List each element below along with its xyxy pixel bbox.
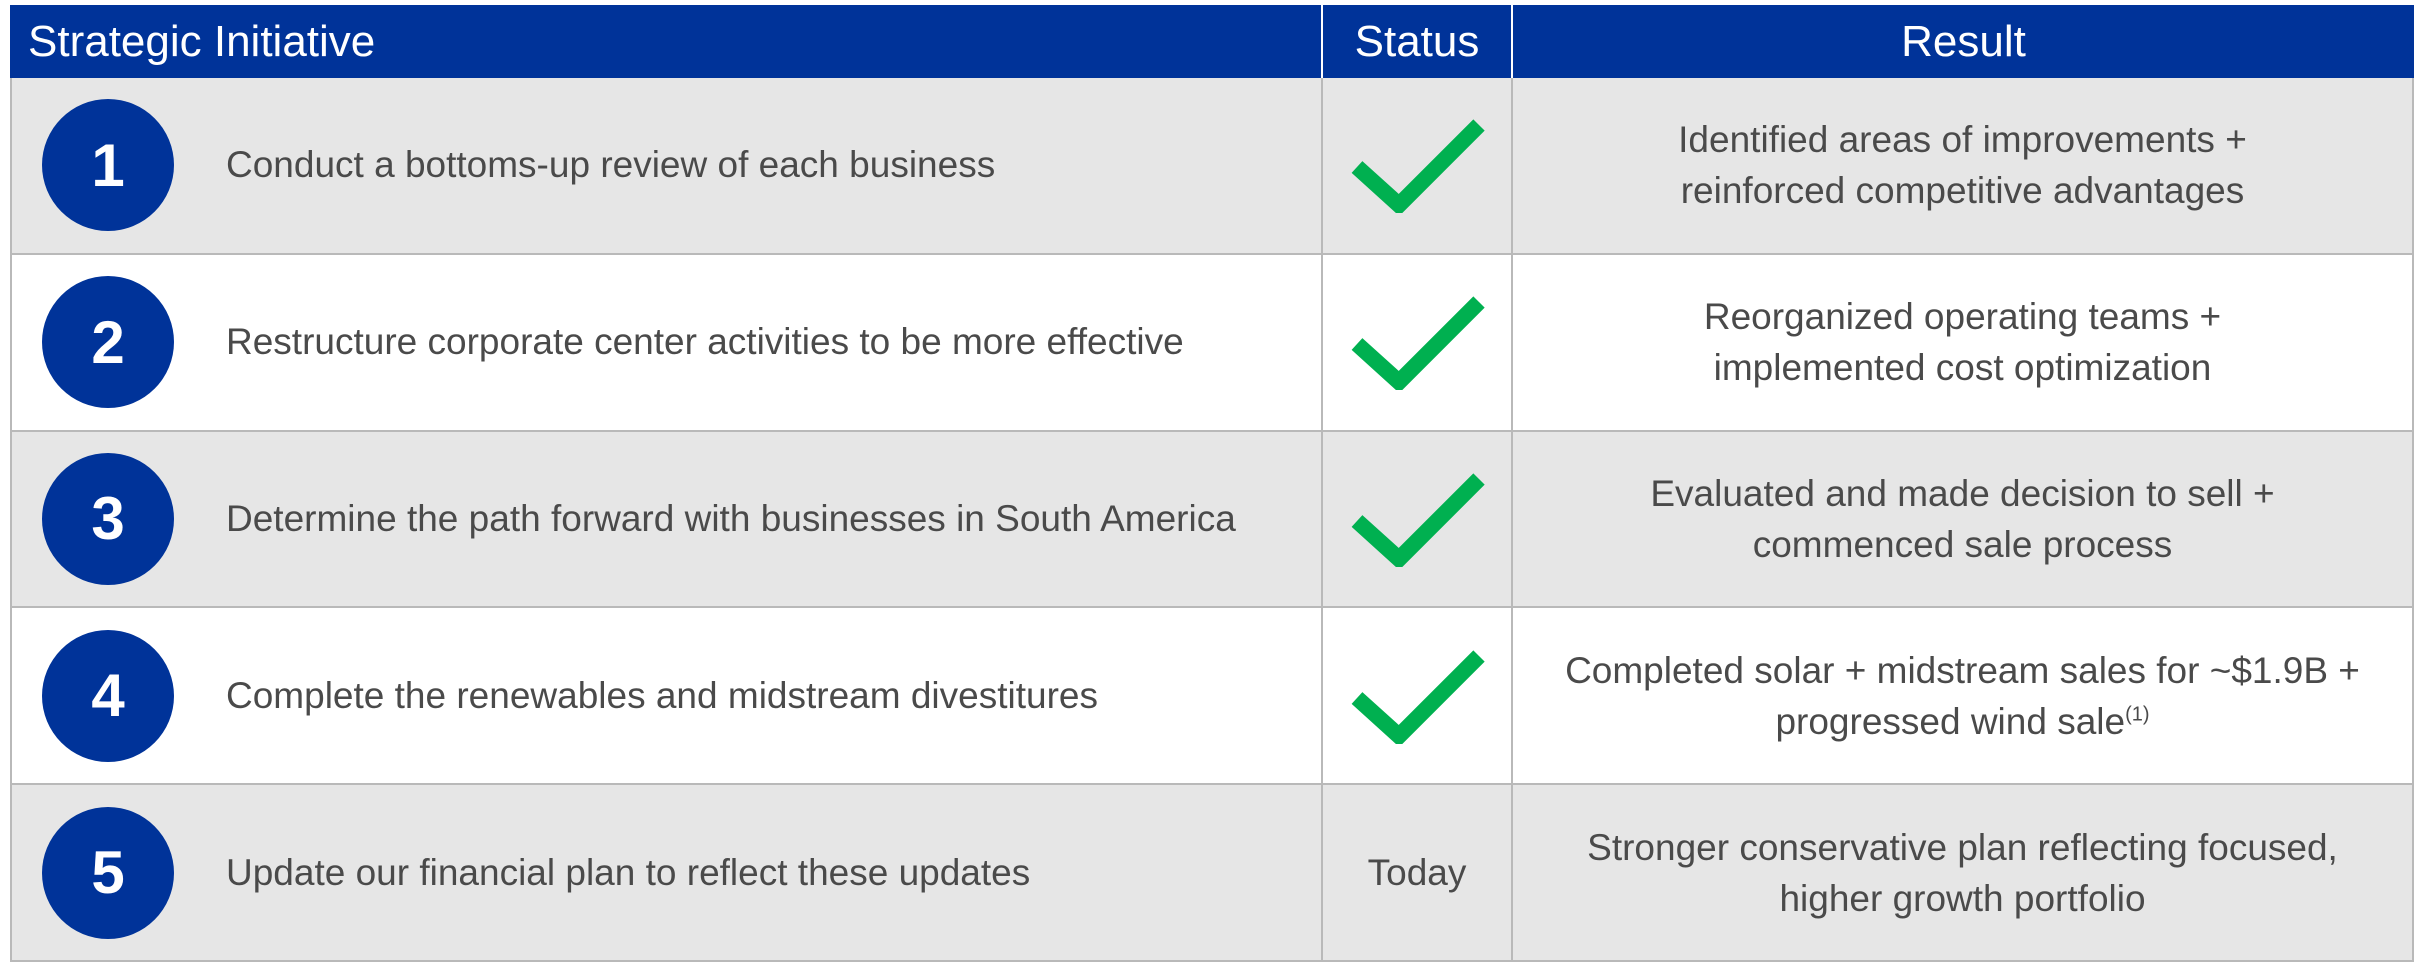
status-cell-4: [1323, 608, 1513, 786]
status-cell-2: [1323, 254, 1513, 432]
result-cell-5: Stronger conservative plan reflecting fo…: [1513, 785, 2414, 962]
result-line: Stronger conservative plan reflecting fo…: [1587, 826, 2338, 868]
header-result: Result: [1513, 5, 2414, 78]
result-line: Completed solar + midstream sales for ~$…: [1565, 649, 2360, 691]
result-cell-1: Identified areas of improvements + reinf…: [1513, 78, 2414, 255]
result-line: Evaluated and made decision to sell +: [1650, 472, 2275, 514]
initiative-cell-5: 5 Update our financial plan to reflect t…: [10, 785, 1323, 962]
initiative-number-badge: 5: [42, 806, 174, 939]
result-line: Reorganized operating teams +: [1703, 296, 2222, 338]
strategic-initiatives-table: Strategic Initiative Status Result 1 Con…: [10, 5, 2414, 962]
result-line: implemented cost optimization: [1713, 347, 2212, 389]
result-cell-3: Evaluated and made decision to sell + co…: [1513, 431, 2414, 609]
result-line: Identified areas of improvements +: [1678, 119, 2247, 161]
status-text: Today: [1367, 851, 1467, 893]
initiative-number-badge: 2: [42, 276, 174, 409]
status-cell-3: [1323, 431, 1513, 609]
initiative-cell-4: 4 Complete the renewables and midstream …: [10, 608, 1323, 786]
result-text: Evaluated and made decision to sell + co…: [1650, 468, 2274, 570]
initiative-number-badge: 4: [42, 629, 174, 762]
initiative-text: Determine the path forward with business…: [226, 497, 1236, 539]
checkmark-icon: [1351, 119, 1485, 214]
status-cell-1: [1323, 78, 1513, 255]
result-line: commenced sale process: [1752, 523, 2173, 565]
initiative-text: Complete the renewables and midstream di…: [226, 674, 1098, 716]
result-text: Identified areas of improvements + reinf…: [1678, 114, 2247, 216]
checkmark-icon: [1351, 473, 1485, 567]
result-line: reinforced competitive advantages: [1680, 170, 2245, 212]
result-cell-4: Completed solar + midstream sales for ~$…: [1513, 608, 2414, 786]
initiative-text: Update our financial plan to reflect the…: [226, 851, 1031, 893]
checkmark-icon: [1351, 296, 1485, 391]
initiative-text: Restructure corporate center activities …: [226, 321, 1184, 363]
header-status: Status: [1323, 5, 1513, 78]
initiative-number-badge: 1: [42, 99, 174, 232]
initiative-text: Conduct a bottoms-up review of each busi…: [226, 144, 996, 186]
initiative-cell-1: 1 Conduct a bottoms-up review of each bu…: [10, 78, 1323, 255]
result-line: progressed wind sale: [1775, 700, 2126, 742]
initiative-cell-3: 3 Determine the path forward with busine…: [10, 431, 1323, 609]
status-cell-5: Today: [1323, 785, 1513, 962]
result-cell-2: Reorganized operating teams + implemente…: [1513, 254, 2414, 432]
initiative-cell-2: 2 Restructure corporate center activitie…: [10, 254, 1323, 432]
result-text: Reorganized operating teams + implemente…: [1704, 291, 2221, 393]
result-text: Completed solar + midstream sales for ~$…: [1565, 645, 2360, 747]
checkmark-icon: [1351, 650, 1485, 744]
result-text: Stronger conservative plan reflecting fo…: [1587, 822, 2338, 924]
header-strategic-initiative: Strategic Initiative: [10, 5, 1323, 78]
result-line: higher growth portfolio: [1779, 877, 2146, 919]
initiative-number-badge: 3: [42, 452, 174, 585]
footnote-marker: (1): [2125, 703, 2150, 726]
